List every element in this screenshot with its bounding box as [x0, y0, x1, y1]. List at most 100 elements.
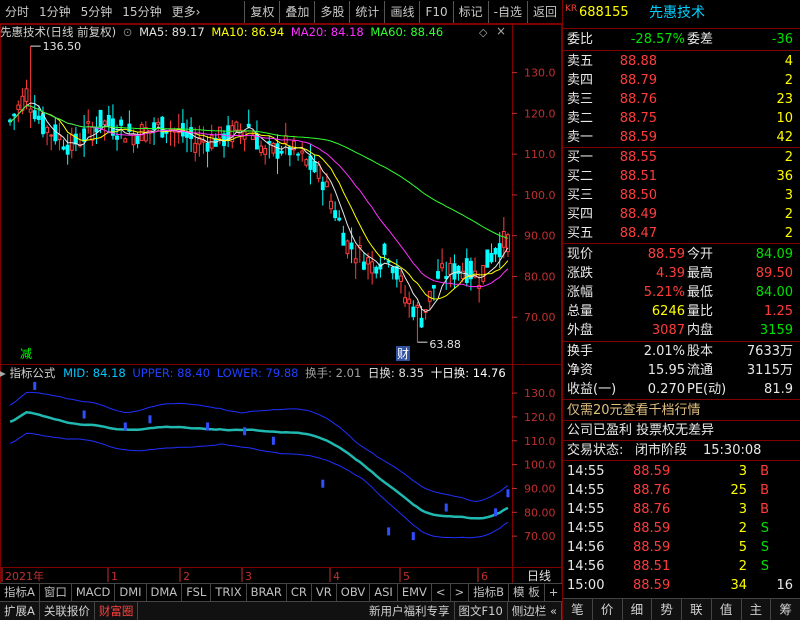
- toolbar-action-0[interactable]: 复权: [244, 0, 279, 23]
- indicator-tab-5[interactable]: FSL: [182, 583, 212, 601]
- toolbar-period-2[interactable]: 5分钟: [76, 1, 118, 23]
- bid-label: 买四: [567, 207, 594, 222]
- ma10-label: MA10: 86.94: [211, 25, 285, 39]
- indicator-tab-9[interactable]: VR: [312, 583, 337, 601]
- candle-body: [300, 150, 305, 154]
- extension-tab-1[interactable]: 关联报价: [40, 601, 95, 620]
- chart-title: 先惠技术(日线 前复权): [0, 25, 117, 39]
- panel-tab-2[interactable]: 细: [623, 599, 653, 620]
- indicator-tab-2[interactable]: MACD: [72, 583, 116, 601]
- indicator-tab-11[interactable]: ASI: [370, 583, 398, 601]
- main-ytick-label: 100.0: [524, 189, 556, 202]
- toolbar-action-3[interactable]: 统计: [349, 0, 384, 23]
- candle-body: [419, 317, 424, 328]
- stat-value: 88.59: [647, 247, 685, 262]
- extension-tab-3[interactable]: 新用户福利专享: [365, 601, 455, 620]
- fund-value: 15.95: [647, 363, 685, 378]
- ask-label: 卖三: [567, 92, 594, 107]
- panel-tab-3[interactable]: 势: [652, 599, 682, 620]
- panel-tab-7[interactable]: 筹: [771, 599, 800, 620]
- tick-side: S: [760, 521, 769, 536]
- market-badge: KR: [565, 4, 578, 14]
- candle-body: [481, 265, 486, 282]
- candle-body: [267, 141, 272, 144]
- tick-volume: 3: [738, 502, 747, 517]
- extension-tab-4[interactable]: 图文F10: [455, 601, 508, 620]
- toolbar-period-3[interactable]: 15分钟: [117, 1, 166, 23]
- candle-body: [263, 147, 268, 155]
- candle-body: [345, 240, 350, 255]
- indicator-toggle-icon[interactable]: ▸: [0, 366, 6, 380]
- toolbar-action-2[interactable]: 多股: [314, 0, 349, 23]
- panel-tab-6[interactable]: 主: [742, 599, 772, 620]
- chart-frame: [0, 24, 562, 587]
- indicator-tab-13[interactable]: <: [432, 583, 451, 601]
- candle-body: [312, 161, 317, 173]
- lower-band-line: [9, 432, 509, 539]
- candle-body: [329, 200, 333, 210]
- main-ytick-label: 80.00: [524, 270, 556, 283]
- high-price-label: 136.50: [43, 40, 82, 53]
- bid-price: 88.49: [619, 207, 657, 222]
- fund-label: 股本: [687, 344, 714, 359]
- toolbar-action-7[interactable]: -自选: [487, 0, 527, 23]
- indicator-marker: [411, 532, 415, 541]
- extension-tab-5[interactable]: 侧边栏 «: [508, 601, 562, 620]
- toolbar-period-0[interactable]: 分时: [0, 1, 34, 23]
- indicator-tab-1[interactable]: 窗口: [40, 583, 72, 601]
- indicator-tab-12[interactable]: EMV: [398, 583, 432, 601]
- indicator-tab-4[interactable]: DMA: [147, 583, 183, 601]
- fundamental-row: 换手 2.01% 股本 7633万: [563, 342, 799, 361]
- settings-icon[interactable]: ⊙: [123, 25, 133, 39]
- indicator-tab-16[interactable]: 模 板: [509, 583, 545, 601]
- ask-price: 88.75: [619, 111, 657, 126]
- indicator-title[interactable]: 指标公式: [9, 366, 55, 380]
- panel-bottom-tabs: 笔价细势联值主筹: [563, 598, 800, 620]
- panel-tab-5[interactable]: 值: [712, 599, 742, 620]
- stat-label: 涨幅: [567, 285, 594, 300]
- candle-body: [337, 217, 342, 221]
- tick-time: 14:56: [567, 559, 605, 574]
- indicator-tab-6[interactable]: TRIX: [211, 583, 247, 601]
- turnover-label: 换手: 2.01: [305, 366, 362, 380]
- indicator-tab-8[interactable]: CR: [287, 583, 312, 601]
- indicator-tab-17[interactable]: +: [545, 583, 564, 601]
- panel-tab-4[interactable]: 联: [682, 599, 712, 620]
- indicator-tab-10[interactable]: OBV: [337, 583, 371, 601]
- extension-tab-2[interactable]: 财富圈: [95, 601, 139, 620]
- bid-price: 88.47: [619, 226, 657, 241]
- toolbar-period-4[interactable]: 更多›: [167, 1, 206, 23]
- extension-tabs: 扩展A 关联报价 财富圈 新用户福利专享 图文F10 侧边栏 «: [0, 601, 562, 620]
- collapse-icon[interactable]: ◇: [479, 26, 487, 39]
- indicator-tab-3[interactable]: DMI: [115, 583, 147, 601]
- candle-body: [12, 113, 17, 117]
- indicator-tab-7[interactable]: BRAR: [247, 583, 287, 601]
- promo-link[interactable]: 仅需20元查看千档行情: [563, 401, 799, 420]
- mid-label: MID: 84.18: [63, 366, 126, 380]
- kline-chart-svg[interactable]: 130.0 120.0 110.0 100.0 90.00 80.00 70.00 130.0…: [0, 24, 562, 587]
- stat-label: 最低: [687, 285, 714, 300]
- panel-tab-0[interactable]: 笔: [563, 599, 593, 620]
- kline-chart-area[interactable]: 130.0 120.0 110.0 100.0 90.00 80.00 70.00 130.0…: [0, 24, 562, 587]
- extension-tab-0[interactable]: 扩展A: [0, 601, 40, 620]
- candle-body: [296, 153, 301, 156]
- indicator-tab-0[interactable]: 指标A: [0, 583, 40, 601]
- toolbar-action-6[interactable]: 标记: [452, 0, 488, 23]
- toolbar-period-1[interactable]: 1分钟: [34, 1, 76, 23]
- candle-body: [139, 124, 144, 142]
- ask-row: 卖一 88.59 42: [563, 128, 799, 147]
- indicator-tab-15[interactable]: 指标B: [469, 583, 510, 601]
- close-icon[interactable]: ×: [496, 24, 506, 38]
- toolbar-action-4[interactable]: 画线: [384, 0, 419, 23]
- toolbar-action-1[interactable]: 叠加: [279, 0, 314, 23]
- toolbar-action-8[interactable]: 返回: [526, 0, 562, 23]
- candle-body: [36, 115, 41, 120]
- ask-volume: 10: [776, 111, 793, 126]
- indicator-marker: [321, 479, 325, 488]
- panel-tab-1[interactable]: 价: [593, 599, 623, 620]
- candle-body: [102, 120, 107, 126]
- ind-ytick-label: 120.0: [524, 411, 556, 424]
- toolbar-action-5[interactable]: F10: [419, 0, 452, 23]
- indicator-tab-14[interactable]: >: [451, 583, 470, 601]
- candle-body: [497, 243, 502, 258]
